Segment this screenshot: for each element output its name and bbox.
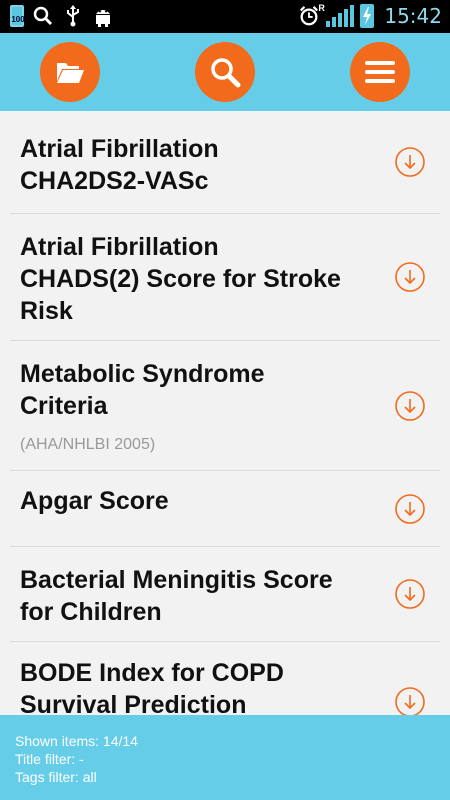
list-item[interactable]: Atrial Fibrillation CHA2DS2-VASc (10, 111, 440, 214)
battery-icon: 100 (10, 5, 25, 27)
item-title: BODE Index for COPD Survival Prediction (20, 659, 284, 715)
menu-button[interactable] (350, 42, 410, 102)
item-title: Atrial Fibrillation CHA2DS2-VASc (20, 135, 219, 195)
status-bar: 100 R 15:42 (0, 0, 450, 33)
android-icon (92, 5, 114, 27)
item-title: Apgar Score (20, 487, 169, 515)
download-icon[interactable] (394, 146, 426, 178)
list-item[interactable]: Apgar Score (10, 471, 440, 547)
list-item[interactable]: Bacterial Meningitis Score for Children (10, 547, 440, 642)
search-icon (211, 58, 241, 88)
shown-items-count: Shown items: 14/14 (15, 733, 138, 749)
menu-icon (365, 61, 395, 83)
signal-icon: R (318, 3, 355, 27)
list-item[interactable]: BODE Index for COPD Survival Prediction (10, 642, 440, 715)
open-folder-button[interactable] (40, 42, 100, 102)
filter-status-footer: Shown items: 14/14 Title filter: - Tags … (0, 715, 450, 800)
calculator-list[interactable]: Atrial Fibrillation CHA2DS2-VASc Atrial … (0, 111, 450, 715)
clock: 15:42 (384, 4, 442, 28)
item-title: Metabolic Syndrome Criteria (20, 360, 265, 420)
search-icon (32, 5, 54, 27)
charging-battery-icon (360, 4, 375, 28)
download-icon[interactable] (394, 686, 426, 716)
alarm-icon (298, 5, 320, 27)
battery-level: 100 (11, 15, 25, 24)
list-item[interactable]: Metabolic Syndrome Criteria (AHA/NHLBI 2… (10, 341, 440, 471)
item-subtitle: (AHA/NHLBI 2005) (20, 436, 156, 453)
title-filter-status: Title filter: - (15, 751, 84, 767)
download-icon[interactable] (394, 390, 426, 422)
download-icon[interactable] (394, 261, 426, 293)
download-icon[interactable] (394, 578, 426, 610)
search-button[interactable] (195, 42, 255, 102)
item-title: Atrial Fibrillation CHADS(2) Score for S… (20, 233, 341, 325)
roaming-mark: R (318, 3, 325, 13)
item-title: Bacterial Meningitis Score for Children (20, 566, 333, 626)
list-item[interactable]: Atrial Fibrillation CHADS(2) Score for S… (10, 214, 440, 341)
tags-filter-status: Tags filter: all (15, 769, 97, 785)
usb-icon (62, 5, 84, 27)
download-icon[interactable] (394, 493, 426, 525)
toolbar (0, 33, 450, 111)
folder-icon (57, 63, 84, 83)
